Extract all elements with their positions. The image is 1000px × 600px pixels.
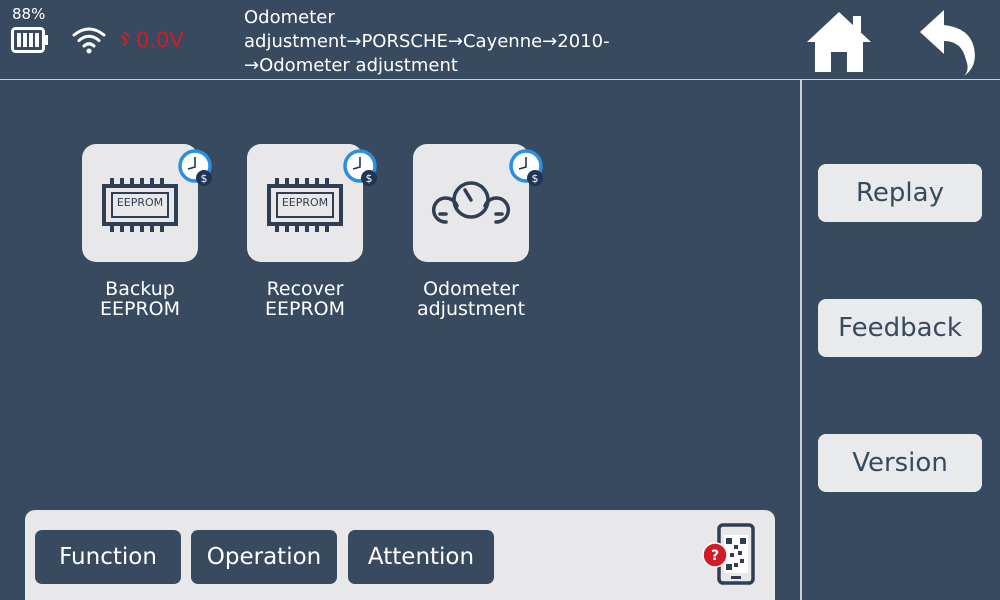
phone-qr-help-icon: ? [702, 523, 755, 585]
breadcrumb: Odometer adjustment→PORSCHE→Cayenne→2010… [244, 7, 610, 76]
tile-label-backup-eeprom: Backup EEPROM [99, 278, 181, 320]
battery-percent: 88% [12, 5, 46, 23]
chip-label: EEPROM [116, 196, 164, 209]
replay-button[interactable]: Replay [818, 164, 982, 222]
tile-backup-eeprom[interactable]: EEPROM $ [82, 144, 212, 262]
version-button[interactable]: Version [818, 434, 982, 492]
back-button[interactable] [918, 8, 976, 76]
svg-text:$: $ [532, 172, 539, 185]
home-icon [807, 12, 871, 72]
function-tab[interactable]: Function [35, 530, 181, 584]
tile-label-odometer-adjustment: Odometer adjustment [416, 278, 526, 320]
chip-label: EEPROM [281, 196, 329, 209]
bottom-tab-bar: Function Operation Attention ? [25, 510, 775, 600]
svg-text:?: ? [711, 548, 719, 564]
plug-icon [120, 31, 130, 47]
sidebar-divider [800, 80, 802, 600]
wifi-icon [72, 27, 106, 54]
tile-recover-eeprom[interactable]: EEPROM $ [247, 144, 377, 262]
battery-icon [11, 27, 48, 53]
operation-tab[interactable]: Operation [191, 530, 337, 584]
voltage-readout: 0.0V [136, 28, 184, 52]
feedback-button[interactable]: Feedback [818, 299, 982, 357]
clock-coin-icon: $ [343, 149, 377, 186]
tile-odometer-adjustment[interactable]: $ [413, 144, 543, 262]
clock-coin-icon: $ [178, 149, 212, 186]
svg-text:$: $ [201, 172, 208, 185]
attention-tab[interactable]: Attention [348, 530, 494, 584]
svg-text:$: $ [366, 172, 373, 185]
back-arrow-icon [920, 10, 975, 76]
clock-coin-icon: $ [509, 149, 543, 186]
tile-label-recover-eeprom: Recover EEPROM [264, 278, 346, 320]
home-button[interactable] [805, 10, 873, 74]
top-bar: 88% 0.0V Odometer adjustment→PORSCHE→Cay… [0, 0, 1000, 80]
help-phone-button[interactable]: ? [702, 523, 758, 589]
